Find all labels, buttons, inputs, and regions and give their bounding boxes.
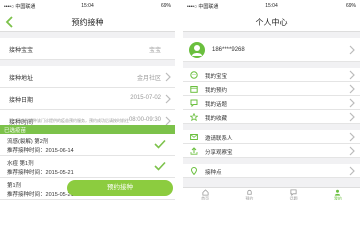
booking-screen: ••••○ 中国联通 15:04 69% 预约接种 接种宝宝 宝宝 接种地址 金… (0, 0, 175, 200)
menu-label: 邀请联系人 (205, 136, 233, 142)
nav-bar: 个人中心 (183, 12, 360, 32)
tab-booking[interactable]: 预约 (227, 188, 271, 200)
profile-row[interactable]: 186****9268 (183, 38, 360, 62)
menu-item-share[interactable]: 分享观察宝 (183, 144, 360, 158)
chat-icon (290, 189, 297, 196)
chevron-right-icon (165, 72, 171, 82)
form-row-baby[interactable]: 接种宝宝 宝宝 (0, 38, 175, 60)
menu-item-my-favorites[interactable]: 我的收藏 (183, 110, 360, 124)
menu-label: 分享观察宝 (205, 150, 233, 156)
location-icon (190, 167, 198, 175)
vaccine-name: 水痘 第1剂 (7, 161, 34, 167)
menu-item-my-topics[interactable]: 我的话题 (183, 96, 360, 110)
menu-label: 我的预约 (205, 88, 228, 94)
book-button[interactable]: 预约接种 (67, 180, 173, 196)
recommend-label: 推荐接种时间： (7, 170, 46, 176)
menu-label: 接种点 (205, 170, 222, 176)
status-bar: ••••○ 中国联通 15:04 69% (183, 0, 360, 12)
recommend-label: 推荐接种时间： (7, 148, 46, 154)
recommend-label: 推荐接种时间： (7, 192, 46, 198)
home-icon (202, 189, 209, 196)
tab-label: 我的 (333, 196, 342, 200)
form-value: 金月社区 (136, 76, 161, 82)
chevron-right-icon (349, 146, 355, 156)
chevron-right-icon (349, 45, 355, 55)
form-label: 接种地址 (9, 76, 34, 82)
tab-me[interactable]: 我的 (316, 188, 360, 200)
check-icon (154, 161, 166, 171)
vaccine-name: 第1剂 (7, 183, 22, 189)
recommend-date: 2015-05-21 (45, 170, 74, 176)
avatar (189, 42, 205, 58)
menu-item-invite[interactable]: 邀请联系人 (183, 130, 360, 144)
form-row-address[interactable]: 接种地址 金月社区 (0, 66, 175, 88)
user-icon (192, 45, 202, 56)
phone-number: 186****9268 (212, 47, 245, 53)
share-icon (190, 147, 198, 155)
tab-label: 首页 (201, 196, 210, 200)
chevron-right-icon (349, 132, 355, 142)
nav-bar: 预约接种 (0, 12, 175, 32)
chevron-right-icon (349, 84, 355, 94)
recommend-date: 2015-06-14 (45, 148, 74, 154)
status-time: 15:04 (81, 3, 94, 9)
chevron-right-icon (349, 70, 355, 80)
tab-topics[interactable]: 话题 (272, 188, 316, 200)
form-value: 宝宝 (148, 48, 161, 54)
baby-icon (190, 71, 198, 79)
status-time: 15:04 (265, 3, 278, 9)
form-value: 2015-07-02 (130, 95, 161, 101)
notice-text: 注：目前仅接种该门诊提供的疫苗预约服务，预约成功后请按时前往 (9, 118, 129, 123)
chevron-right-icon (349, 98, 355, 108)
page-title: 个人中心 (255, 18, 288, 27)
form-label: 接种日期 (9, 98, 34, 104)
page-title: 预约接种 (71, 18, 104, 27)
chevron-right-icon (349, 112, 355, 122)
vaccine-item[interactable]: 水痘 第1剂 推荐接种时间：2015-05-21 (0, 156, 175, 178)
mail-icon (190, 134, 198, 140)
vaccine-item[interactable]: 流感(裂解) 第2剂 推荐接种时间：2015-06-14 (0, 134, 175, 156)
form-label: 接种宝宝 (9, 48, 34, 54)
section-header: 已选疫苗 (0, 125, 175, 134)
tab-label: 预约 (245, 196, 254, 200)
menu-label: 我的话题 (205, 102, 228, 108)
profile-screen: ••••○ 中国联通 15:04 69% 个人中心 186****9268 我的… (183, 0, 360, 200)
check-icon (154, 139, 166, 149)
chevron-right-icon (165, 94, 171, 104)
battery-label: 69% (160, 3, 171, 9)
chat-icon (190, 99, 198, 107)
bell-icon (247, 190, 252, 195)
chevron-right-icon (349, 166, 355, 176)
user-icon (335, 189, 341, 196)
menu-label: 我的宝宝 (205, 74, 228, 80)
menu-item-my-booking[interactable]: 我的预约 (183, 82, 360, 96)
menu-item-vaccination-site[interactable]: 接种点 (183, 164, 360, 178)
vaccine-name: 流感(裂解) 第2剂 (7, 139, 49, 145)
form-row-date[interactable]: 接种日期 2015-07-02 (0, 88, 175, 110)
tab-home[interactable]: 首页 (183, 188, 227, 200)
tab-label: 话题 (289, 196, 298, 200)
status-bar: ••••○ 中国联通 15:04 69% (0, 0, 175, 12)
menu-label: 我的收藏 (205, 116, 228, 122)
star-icon (190, 113, 198, 121)
calendar-icon (190, 86, 198, 93)
menu-item-my-baby[interactable]: 我的宝宝 (183, 68, 360, 82)
tab-bar: 首页 预约 话题 我的 (183, 187, 360, 200)
battery-label: 69% (345, 3, 356, 9)
